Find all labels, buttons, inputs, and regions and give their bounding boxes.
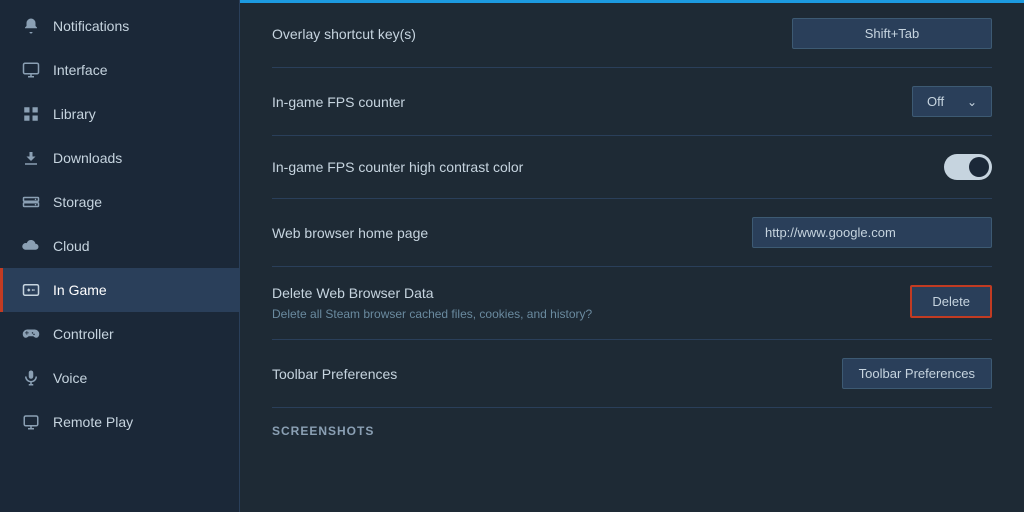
grid-icon xyxy=(21,104,41,124)
sidebar-item-interface[interactable]: Interface xyxy=(0,48,239,92)
sidebar-label-notifications: Notifications xyxy=(53,18,129,34)
cloud-icon xyxy=(21,236,41,256)
main-content: Overlay shortcut key(s) Shift+Tab In-gam… xyxy=(240,0,1024,512)
bell-icon xyxy=(21,16,41,36)
sidebar-label-remote-play: Remote Play xyxy=(53,414,133,430)
screenshots-section-header: SCREENSHOTS xyxy=(272,408,992,446)
web-browser-home-control: http://www.google.com xyxy=(752,217,992,248)
delete-browser-control: Delete xyxy=(910,285,992,318)
overlay-shortcut-input[interactable]: Shift+Tab xyxy=(792,18,992,49)
sidebar-label-in-game: In Game xyxy=(53,282,107,298)
sidebar-label-interface: Interface xyxy=(53,62,107,78)
delete-browser-sublabel: Delete all Steam browser cached files, c… xyxy=(272,307,592,321)
sidebar-item-notifications[interactable]: Notifications xyxy=(0,4,239,48)
sidebar-item-in-game[interactable]: In Game xyxy=(0,268,239,312)
sidebar-item-controller[interactable]: Controller xyxy=(0,312,239,356)
sidebar-item-remote-play[interactable]: Remote Play xyxy=(0,400,239,444)
sidebar-label-downloads: Downloads xyxy=(53,150,122,166)
sidebar-item-downloads[interactable]: Downloads xyxy=(0,136,239,180)
fps-counter-dropdown[interactable]: Off ⌄ xyxy=(912,86,992,117)
toolbar-preferences-button[interactable]: Toolbar Preferences xyxy=(842,358,992,389)
sidebar-label-cloud: Cloud xyxy=(53,238,90,254)
toggle-knob xyxy=(969,157,989,177)
sidebar-item-cloud[interactable]: Cloud xyxy=(0,224,239,268)
remote-icon xyxy=(21,412,41,432)
fps-counter-value: Off xyxy=(927,94,944,109)
ingame-icon xyxy=(21,280,41,300)
toolbar-preferences-label: Toolbar Preferences xyxy=(272,366,397,382)
monitor-icon xyxy=(21,60,41,80)
sidebar-item-voice[interactable]: Voice xyxy=(0,356,239,400)
sidebar-item-storage[interactable]: Storage xyxy=(0,180,239,224)
setting-web-browser-home: Web browser home page http://www.google.… xyxy=(272,199,992,267)
delete-button[interactable]: Delete xyxy=(910,285,992,318)
setting-fps-high-contrast: In-game FPS counter high contrast color xyxy=(272,136,992,199)
sidebar-label-library: Library xyxy=(53,106,96,122)
fps-high-contrast-toggle[interactable] xyxy=(944,154,992,180)
setting-delete-browser-data: Delete Web Browser Data Delete all Steam… xyxy=(272,267,992,340)
setting-fps-counter: In-game FPS counter Off ⌄ xyxy=(272,68,992,136)
sidebar-label-controller: Controller xyxy=(53,326,114,342)
sidebar-label-storage: Storage xyxy=(53,194,102,210)
sidebar: Notifications Interface Library xyxy=(0,0,240,512)
sidebar-label-voice: Voice xyxy=(53,370,87,386)
controller-icon xyxy=(21,324,41,344)
fps-high-contrast-control xyxy=(944,154,992,180)
overlay-shortcut-label: Overlay shortcut key(s) xyxy=(272,26,416,42)
chevron-down-icon: ⌄ xyxy=(967,95,977,109)
hdd-icon xyxy=(21,192,41,212)
setting-toolbar-preferences: Toolbar Preferences Toolbar Preferences xyxy=(272,340,992,408)
download-icon xyxy=(21,148,41,168)
web-browser-home-label: Web browser home page xyxy=(272,225,428,241)
delete-browser-label: Delete Web Browser Data xyxy=(272,285,592,301)
fps-counter-label: In-game FPS counter xyxy=(272,94,405,110)
sidebar-item-library[interactable]: Library xyxy=(0,92,239,136)
top-indicator xyxy=(240,0,1024,3)
fps-high-contrast-label: In-game FPS counter high contrast color xyxy=(272,159,523,175)
fps-counter-control: Off ⌄ xyxy=(912,86,992,117)
setting-overlay-shortcut: Overlay shortcut key(s) Shift+Tab xyxy=(272,0,992,68)
toolbar-preferences-control: Toolbar Preferences xyxy=(842,358,992,389)
web-browser-home-input[interactable]: http://www.google.com xyxy=(752,217,992,248)
mic-icon xyxy=(21,368,41,388)
overlay-shortcut-control: Shift+Tab xyxy=(792,18,992,49)
delete-browser-label-group: Delete Web Browser Data Delete all Steam… xyxy=(272,285,592,321)
